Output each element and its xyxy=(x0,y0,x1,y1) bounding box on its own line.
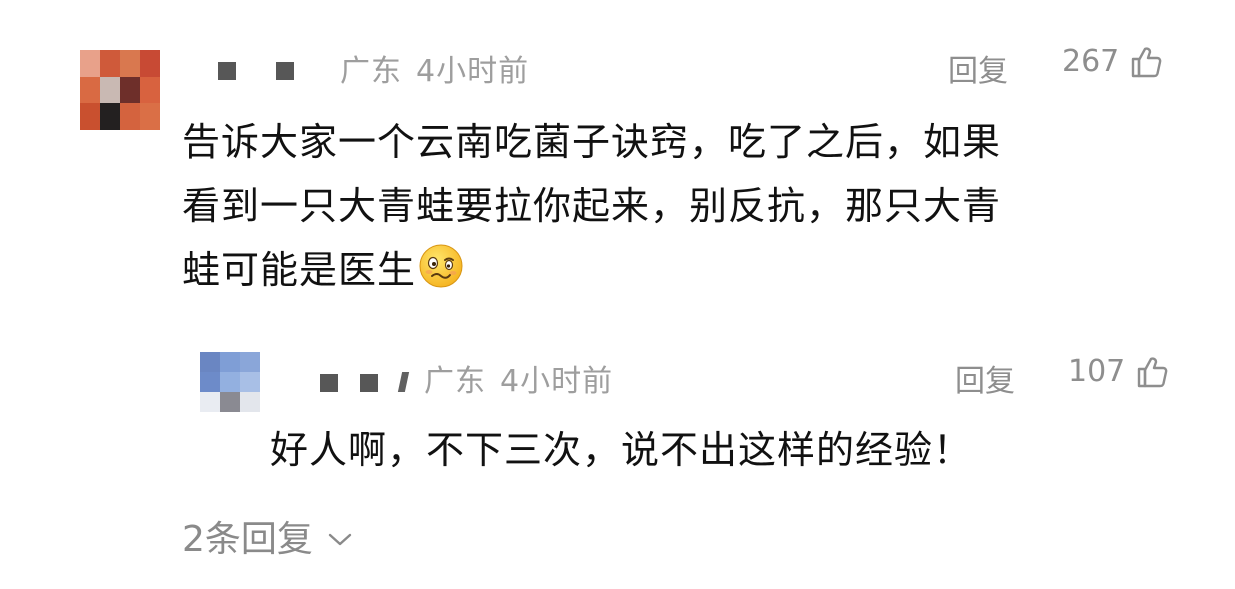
avatar-mosaic-cell xyxy=(140,50,160,77)
username-masked[interactable] xyxy=(218,62,294,80)
avatar-mosaic-cell xyxy=(80,50,100,77)
more-replies-label: 2条回复 xyxy=(182,519,313,560)
comment-text-fragment: 蛙可能是医生 xyxy=(182,248,417,292)
reply-text: 好人啊，不下三次，说不出这样的经验！ xyxy=(270,428,973,472)
avatar-mosaic-cell xyxy=(220,392,240,412)
like-count: 107 xyxy=(1068,354,1126,389)
mask-block xyxy=(276,62,294,80)
avatar[interactable] xyxy=(80,50,160,130)
comment-text-line: 蛙可能是医生 xyxy=(182,238,1182,302)
view-more-replies-button[interactable]: 2条回复 xyxy=(182,510,353,562)
like-button[interactable]: 267 xyxy=(1062,44,1163,79)
thumbs-up-icon xyxy=(1129,45,1163,79)
avatar-mosaic-cell xyxy=(80,76,100,104)
reply-button[interactable]: 回复 xyxy=(948,46,1008,90)
comment-text-line: 看到一只大青蛙要拉你起来，别反抗，那只大青 xyxy=(182,184,1002,228)
avatar[interactable] xyxy=(200,352,260,412)
reply-meta: 广东 4小时前 xyxy=(424,356,613,400)
comment-meta: 广东 4小时前 xyxy=(340,46,529,90)
avatar-mosaic-cell xyxy=(220,372,240,392)
avatar-mosaic-cell xyxy=(140,76,160,104)
reply-button[interactable]: 回复 xyxy=(955,356,1015,400)
avatar-mosaic-cell xyxy=(140,103,160,130)
avatar-mosaic-cell xyxy=(80,103,100,130)
avatar-mosaic-cell xyxy=(100,103,120,130)
mask-block xyxy=(218,62,236,80)
like-button[interactable]: 107 xyxy=(1068,354,1169,389)
woozy-face-emoji-icon xyxy=(418,243,464,289)
mask-block xyxy=(397,372,410,392)
avatar-mosaic-cell xyxy=(220,352,240,372)
avatar-mosaic-cell xyxy=(200,392,220,412)
username-masked[interactable] xyxy=(320,372,410,392)
timestamp: 4小时前 xyxy=(416,54,530,89)
comment-text-line: 告诉大家一个云南吃菌子诀窍，吃了之后，如果 xyxy=(182,120,1002,164)
thumbs-up-icon xyxy=(1135,355,1169,389)
avatar-mosaic-cell xyxy=(240,372,260,392)
location-label: 广东 xyxy=(340,54,402,89)
avatar-mosaic-cell xyxy=(200,352,220,372)
timestamp: 4小时前 xyxy=(500,364,614,399)
comment-text: 告诉大家一个云南吃菌子诀窍，吃了之后，如果 看到一只大青蛙要拉你起来，别反抗，那… xyxy=(182,110,1182,302)
avatar-mosaic-cell xyxy=(100,50,120,77)
avatar-mosaic-cell xyxy=(240,392,260,412)
avatar-mosaic-cell xyxy=(240,352,260,372)
like-count: 267 xyxy=(1062,44,1120,79)
mask-block xyxy=(360,374,378,392)
avatar-mosaic-cell xyxy=(200,372,220,392)
mask-block xyxy=(320,374,338,392)
avatar-mosaic-cell xyxy=(120,76,140,104)
chevron-down-icon xyxy=(327,516,353,557)
location-label: 广东 xyxy=(424,364,486,399)
avatar-mosaic-cell xyxy=(120,50,140,77)
avatar-mosaic-cell xyxy=(100,76,120,104)
avatar-mosaic-cell xyxy=(120,103,140,130)
